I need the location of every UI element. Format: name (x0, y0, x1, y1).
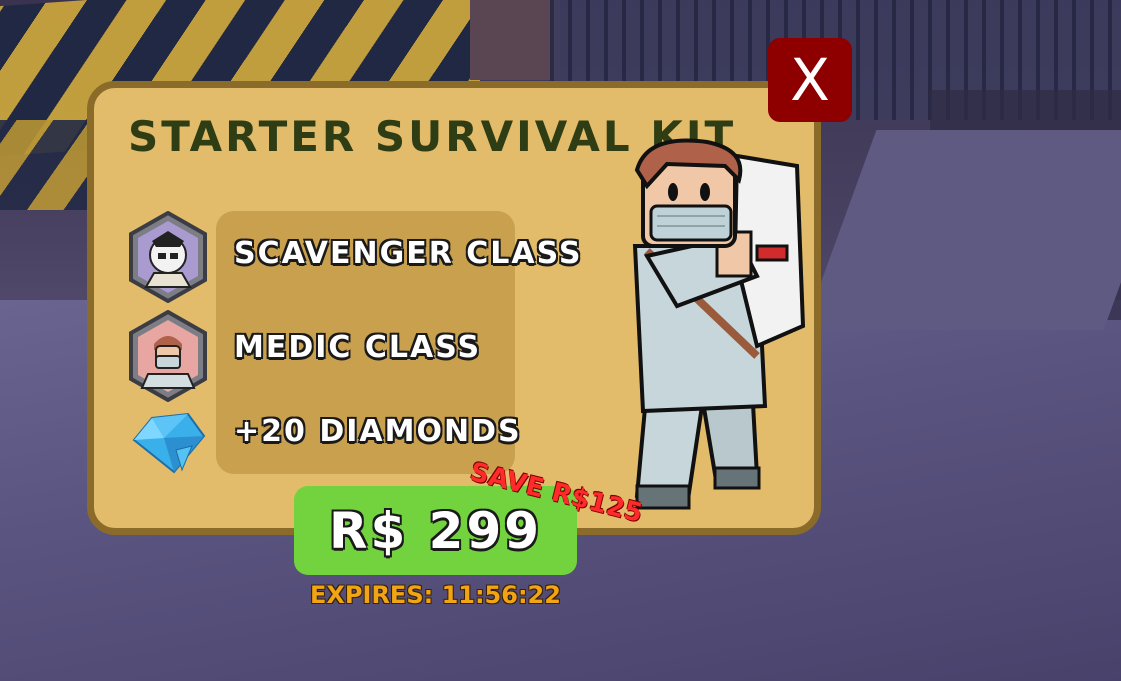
price-label: R$ 299 (328, 501, 543, 560)
offer-card: STARTER SURVIVAL KIT SCAVENGER CLASS MED… (87, 81, 821, 535)
brick-wall (470, 0, 560, 80)
expires-timer: EXPIRES: 11:56:22 (310, 581, 561, 609)
item-label: +20 DIAMONDS (234, 414, 522, 449)
item-label: SCAVENGER CLASS (234, 236, 583, 271)
medic-character-illustration (632, 138, 806, 510)
concrete-slab (803, 130, 1121, 330)
scavenger-class-icon (129, 211, 207, 303)
medic-class-icon (129, 310, 207, 402)
diamond-icon (132, 412, 206, 474)
close-button[interactable]: X (768, 38, 852, 122)
item-label: MEDIC CLASS (234, 330, 482, 365)
